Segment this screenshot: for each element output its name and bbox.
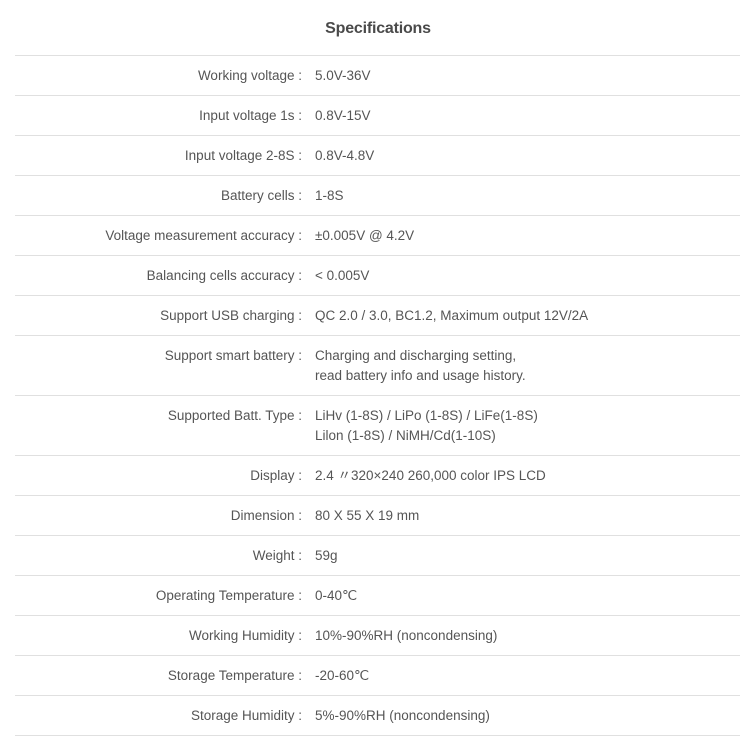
spec-label: Input voltage 1s : [199, 108, 302, 123]
spec-value: QC 2.0 / 3.0, BC1.2, Maximum output 12V/… [315, 308, 589, 323]
spec-label: Working Humidity : [188, 628, 302, 643]
spec-value: ±0.005V @ 4.2V [315, 228, 415, 243]
spec-value: 59g [315, 548, 338, 563]
spec-label: Balancing cells accuracy : [146, 268, 302, 283]
spec-row-voltage-measurement-accuracy: Voltage measurement accuracy : ±0.005V @… [15, 216, 740, 256]
spec-row-working-voltage: Working voltage : 5.0V-36V [15, 56, 740, 96]
spec-row-display: Display : 2.4 〃320×240 260,000 color IPS… [15, 456, 740, 496]
spec-label: Display : [250, 468, 302, 483]
spec-value: LiHv (1-8S) / LiPo (1-8S) / LiFe(1-8S) L… [315, 408, 538, 443]
spec-row-input-voltage-2-8s: Input voltage 2-8S : 0.8V-4.8V [15, 136, 740, 176]
specifications-table: Working voltage : 5.0V-36V Input voltage… [15, 55, 740, 736]
spec-value: 80 X 55 X 19 mm [315, 508, 420, 523]
spec-label: Voltage measurement accuracy : [105, 228, 302, 243]
spec-row-usb-charging: Support USB charging : QC 2.0 / 3.0, BC1… [15, 296, 740, 336]
spec-row-supported-batt-type: Supported Batt. Type : LiHv (1-8S) / LiP… [15, 396, 740, 456]
spec-row-storage-humidity: Storage Humidity : 5%-90%RH (noncondensi… [15, 696, 740, 736]
spec-label: Storage Temperature : [167, 668, 302, 683]
spec-value: 0-40℃ [315, 588, 358, 603]
spec-label: Supported Batt. Type : [167, 408, 302, 423]
spec-row-balancing-cells-accuracy: Balancing cells accuracy : < 0.005V [15, 256, 740, 296]
spec-label: Dimension : [230, 508, 302, 523]
spec-row-weight: Weight : 59g [15, 536, 740, 576]
spec-label: Working voltage : [197, 68, 302, 83]
spec-label: Battery cells : [220, 188, 302, 203]
spec-value: 5.0V-36V [315, 68, 371, 83]
spec-value: 10%-90%RH (noncondensing) [315, 628, 498, 643]
specifications-title: Specifications [325, 20, 431, 37]
spec-value: < 0.005V [315, 268, 370, 283]
spec-row-input-voltage-1s: Input voltage 1s : 0.8V-15V [15, 96, 740, 136]
spec-row-storage-temperature: Storage Temperature : -20-60℃ [15, 656, 740, 696]
spec-value: 1-8S [315, 188, 344, 203]
spec-value: 0.8V-4.8V [315, 148, 375, 163]
spec-value: Charging and discharging setting, read b… [315, 348, 526, 383]
spec-label: Input voltage 2-8S : [184, 148, 302, 163]
spec-row-operating-temperature: Operating Temperature : 0-40℃ [15, 576, 740, 616]
spec-label: Weight : [252, 548, 302, 563]
spec-row-working-humidity: Working Humidity : 10%-90%RH (noncondens… [15, 616, 740, 656]
spec-label: Storage Humidity : [190, 708, 302, 723]
spec-label: Operating Temperature : [155, 588, 302, 603]
spec-row-battery-cells: Battery cells : 1-8S [15, 176, 740, 216]
spec-label: Support USB charging : [160, 308, 302, 323]
spec-label: Support smart battery : [164, 348, 302, 363]
spec-value: 2.4 〃320×240 260,000 color IPS LCD [315, 468, 546, 483]
spec-value: 5%-90%RH (noncondensing) [315, 708, 490, 723]
spec-row-dimension: Dimension : 80 X 55 X 19 mm [15, 496, 740, 536]
spec-value: 0.8V-15V [315, 108, 371, 123]
spec-value: -20-60℃ [315, 668, 370, 683]
spec-row-smart-battery: Support smart battery : Charging and dis… [15, 336, 740, 396]
